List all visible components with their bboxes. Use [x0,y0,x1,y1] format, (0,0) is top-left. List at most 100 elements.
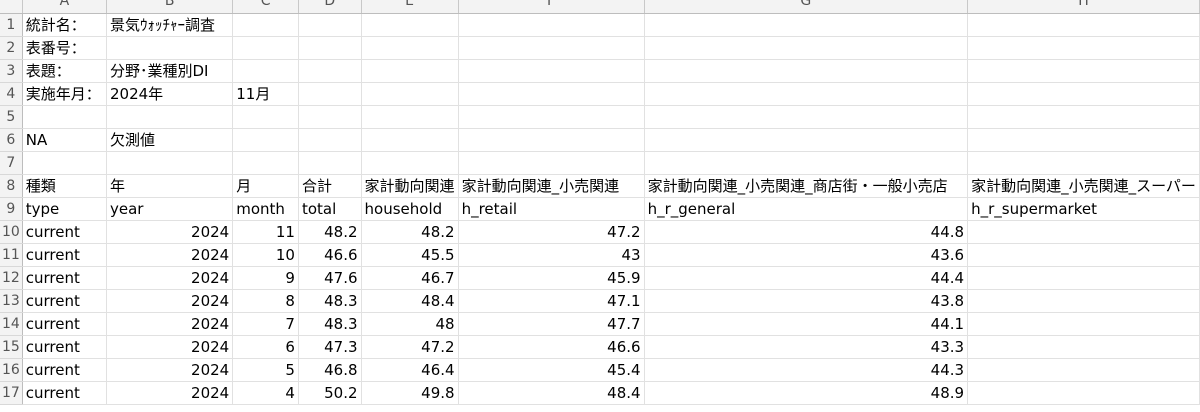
cell[interactable] [232,151,299,175]
cell[interactable]: h_r_general [644,197,969,221]
row-header[interactable]: 3 [0,59,23,83]
cell[interactable]: 家計動向関連 [361,174,459,198]
cell[interactable]: 分野･業種別DI [106,59,234,83]
cell[interactable]: 2024 [106,289,234,313]
cell[interactable] [967,36,1200,60]
cell[interactable] [106,151,234,175]
cell[interactable]: 47.3 [298,335,362,359]
cell[interactable] [644,59,969,83]
cell[interactable]: 6 [232,335,299,359]
cell[interactable]: current [22,220,108,244]
cell[interactable] [967,266,1200,290]
row-header[interactable]: 17 [0,381,23,405]
cell[interactable] [458,82,645,106]
cell[interactable]: h_retail [458,197,645,221]
column-header[interactable]: A [22,0,108,14]
cell[interactable]: 統計名： [22,13,108,37]
cell[interactable] [361,151,459,175]
cell[interactable] [22,151,108,175]
cell[interactable] [967,289,1200,313]
cell[interactable]: 2024 [106,381,234,405]
cell[interactable]: 合計 [298,174,362,198]
cell[interactable] [361,59,459,83]
cell[interactable] [298,36,362,60]
cell[interactable] [967,13,1200,37]
cell[interactable]: 44.3 [644,358,969,382]
cell[interactable]: current [22,358,108,382]
cell[interactable]: 48.3 [298,289,362,313]
cell[interactable] [232,13,299,37]
cell[interactable]: 47.6 [298,266,362,290]
cell[interactable]: 年 [106,174,234,198]
cell[interactable]: 欠測値 [106,128,234,152]
row-header[interactable]: 9 [0,197,23,221]
cell[interactable] [967,105,1200,129]
row-header[interactable]: 8 [0,174,23,198]
row-header[interactable]: 10 [0,220,23,244]
cell[interactable] [361,13,459,37]
cell[interactable]: 48.4 [458,381,645,405]
cell[interactable]: 46.6 [458,335,645,359]
cell[interactable] [106,105,234,129]
cell[interactable]: 49.8 [361,381,459,405]
cell[interactable] [967,82,1200,106]
cell[interactable]: total [298,197,362,221]
cell[interactable] [458,151,645,175]
cell[interactable] [967,243,1200,267]
column-header[interactable]: F [458,0,645,14]
cell[interactable] [967,335,1200,359]
cell[interactable] [644,151,969,175]
row-header[interactable]: 12 [0,266,23,290]
cell[interactable]: 46.7 [361,266,459,290]
cell[interactable]: 46.8 [298,358,362,382]
cell[interactable]: 47.2 [361,335,459,359]
cell[interactable] [106,36,234,60]
cell[interactable]: 50.2 [298,381,362,405]
cell[interactable] [644,105,969,129]
cell[interactable] [298,59,362,83]
cell[interactable] [232,59,299,83]
cell[interactable] [644,128,969,152]
cell[interactable]: 実施年月： [22,82,108,106]
cell[interactable]: 2024 [106,312,234,336]
cell[interactable] [298,13,362,37]
cell[interactable] [361,105,459,129]
cell[interactable]: 10 [232,243,299,267]
cell[interactable]: household [361,197,459,221]
cell[interactable]: 2024 [106,358,234,382]
column-header[interactable]: G [644,0,969,14]
row-header[interactable]: 1 [0,13,23,37]
row-header[interactable]: 5 [0,105,23,129]
cell[interactable] [298,151,362,175]
column-header[interactable]: H [967,0,1200,14]
cell[interactable]: 46.6 [298,243,362,267]
cell[interactable]: current [22,381,108,405]
cell[interactable]: 48.2 [298,220,362,244]
cell[interactable]: 47.1 [458,289,645,313]
cell[interactable]: 2024年 [106,82,234,106]
column-header[interactable]: D [298,0,362,14]
cell[interactable] [458,128,645,152]
cell[interactable] [644,36,969,60]
cell[interactable]: 種類 [22,174,108,198]
cell[interactable]: 47.7 [458,312,645,336]
cell[interactable] [967,220,1200,244]
cell[interactable]: 表番号： [22,36,108,60]
cell[interactable]: 2024 [106,243,234,267]
cell[interactable]: 5 [232,358,299,382]
cell[interactable] [967,128,1200,152]
column-header[interactable]: E [361,0,459,14]
cell[interactable]: 45.9 [458,266,645,290]
cell[interactable]: 43 [458,243,645,267]
cell[interactable] [458,59,645,83]
cell[interactable]: current [22,243,108,267]
cell[interactable] [458,36,645,60]
cell[interactable]: 43.6 [644,243,969,267]
row-header[interactable]: 14 [0,312,23,336]
cell[interactable]: 11 [232,220,299,244]
cell[interactable]: type [22,197,108,221]
cell[interactable]: 家計動向関連_小売関連_商店街・一般小売店 [644,174,969,198]
row-header[interactable]: 16 [0,358,23,382]
cell[interactable]: 8 [232,289,299,313]
cell[interactable] [458,13,645,37]
